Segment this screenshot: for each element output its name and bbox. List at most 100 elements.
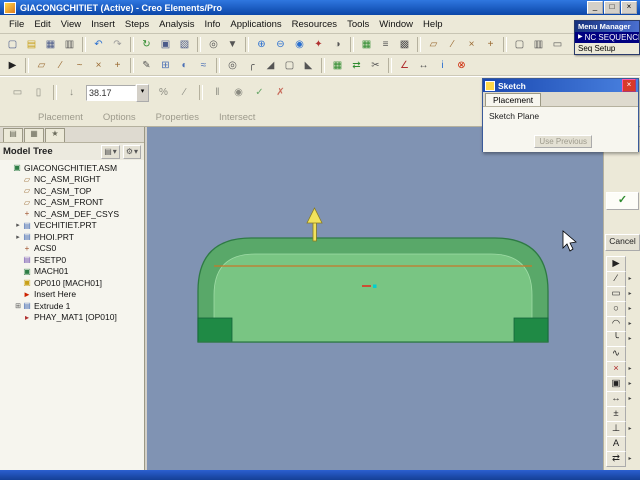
flyout-arrow-icon[interactable]: ▸ <box>626 275 634 282</box>
sketch-dialog-titlebar[interactable]: Sketch × <box>483 79 638 92</box>
tab-placement-sketch[interactable]: Placement <box>485 93 542 106</box>
menu-manager-item-seq-setup[interactable]: Seq Setup <box>575 43 639 54</box>
trim-tool-icon[interactable]: ✂ <box>366 56 385 75</box>
tree-item-mach01[interactable]: ▣ MACH01 <box>0 266 144 278</box>
tree-show-button[interactable]: ▤ ▾ <box>101 144 120 159</box>
repaint-icon[interactable]: ✦ <box>309 35 328 54</box>
use-edge-tool-icon[interactable]: ▣ <box>606 375 626 392</box>
tab-properties[interactable]: Properties <box>156 112 199 123</box>
tree-item-nc-asm-front[interactable]: ▱ NC_ASM_FRONT <box>0 197 144 209</box>
tree-settings-button[interactable]: ⚙ ▾ <box>122 144 141 159</box>
menu-info[interactable]: Info <box>200 17 226 32</box>
tree-item-phoi-prt[interactable]: ▸ ▤ PHOI.PRT <box>0 231 144 243</box>
round-tool-icon[interactable]: ╭ <box>242 56 261 75</box>
zoom-in-icon[interactable]: ⊕ <box>252 35 271 54</box>
tab-placement[interactable]: Placement <box>38 112 83 123</box>
text-tool-icon[interactable]: A <box>606 435 626 452</box>
corner-block-right[interactable] <box>513 317 549 343</box>
menu-steps[interactable]: Steps <box>120 17 154 32</box>
constraint-tool-icon[interactable]: ⊥ <box>606 420 626 437</box>
tree-item-extrude-1[interactable]: ⊞ ▤ Extrude 1 <box>0 300 144 312</box>
preview-icon[interactable]: ◉ <box>229 83 248 102</box>
line-tool-icon[interactable]: ∕ <box>606 270 626 287</box>
tree-item-giacongchitiet-asm[interactable]: ▣ GIACONGCHITIET.ASM <box>0 162 144 174</box>
flyout-arrow-icon[interactable]: ▸ <box>626 290 634 297</box>
select-arrow-icon[interactable]: ▶ <box>3 56 22 75</box>
tree-item-nc-asm-right[interactable]: ▱ NC_ASM_RIGHT <box>0 174 144 186</box>
fillet-tool-icon[interactable]: ╰ <box>606 330 626 347</box>
menu-insert[interactable]: Insert <box>86 17 120 32</box>
tree-item-op010-mach01[interactable]: ▣ OP010 [MACH01] <box>0 277 144 289</box>
point-tool-icon[interactable]: × <box>606 360 626 377</box>
datum-plane-toggle-icon[interactable]: ▱ <box>424 35 443 54</box>
info-icon[interactable]: i <box>433 56 452 75</box>
datum-curve-icon[interactable]: ~ <box>70 56 89 75</box>
depth-type-icon[interactable]: ↓ <box>62 83 81 102</box>
tree-item-nc-asm-top[interactable]: ▱ NC_ASM_TOP <box>0 185 144 197</box>
undo-icon[interactable]: ↶ <box>89 35 108 54</box>
print-icon[interactable]: ▥ <box>60 35 79 54</box>
analysis-icon[interactable]: ∠ <box>395 56 414 75</box>
tab-favorites-icon[interactable]: ★ <box>45 128 65 142</box>
select-tool-icon[interactable]: ▶ <box>606 255 626 272</box>
tab-intersect[interactable]: Intersect <box>219 112 255 123</box>
tree-expander-icon[interactable]: ▸ <box>14 221 22 229</box>
menu-window[interactable]: Window <box>374 17 418 32</box>
chamfer-tool-icon[interactable]: ◢ <box>261 56 280 75</box>
datum-plane-icon[interactable]: ▱ <box>32 56 51 75</box>
menu-tools[interactable]: Tools <box>342 17 374 32</box>
no-hidden-icon[interactable]: ▭ <box>548 35 567 54</box>
refit-icon[interactable]: ◉ <box>290 35 309 54</box>
solid-feature-icon[interactable]: ▭ <box>8 83 27 102</box>
modify-tool-icon[interactable]: ± <box>606 405 626 422</box>
tab-model-tree-icon[interactable]: ▤ <box>3 128 23 142</box>
flyout-arrow-icon[interactable]: ▸ <box>626 305 634 312</box>
menu-applications[interactable]: Applications <box>225 17 286 32</box>
direction-arrow-shaft[interactable] <box>312 221 317 242</box>
datum-axis-toggle-icon[interactable]: ∕ <box>443 35 462 54</box>
sketch-ok-button[interactable]: ✓ <box>606 192 639 210</box>
spline-tool-icon[interactable]: ∿ <box>606 345 626 362</box>
use-previous-button[interactable]: Use Previous <box>534 135 592 148</box>
datum-point-toggle-icon[interactable]: × <box>462 35 481 54</box>
graphics-area[interactable] <box>147 127 603 470</box>
shell-tool-icon[interactable]: ▢ <box>280 56 299 75</box>
pause-icon[interactable]: ‖ <box>208 83 227 102</box>
wireframe-icon[interactable]: ▢ <box>510 35 529 54</box>
arc-tool-icon[interactable]: ◠ <box>606 315 626 332</box>
draft-tool-icon[interactable]: ◣ <box>299 56 318 75</box>
corner-block-left[interactable] <box>197 317 233 343</box>
cancel-feature-icon[interactable]: ✗ <box>271 83 290 102</box>
saved-views-icon[interactable]: ▦ <box>357 35 376 54</box>
flyout-arrow-icon[interactable]: ▸ <box>626 395 634 402</box>
tree-item-vechitiet-prt[interactable]: ▸ ▤ VECHITIET.PRT <box>0 220 144 232</box>
view-manager-icon[interactable]: ▩ <box>395 35 414 54</box>
copy-icon[interactable]: ▣ <box>156 35 175 54</box>
select-filter-icon[interactable]: ▼ <box>223 35 242 54</box>
mirror-tool-icon[interactable]: ⇄ <box>347 56 366 75</box>
csys-toggle-icon[interactable]: + <box>481 35 500 54</box>
circle-tool-icon[interactable]: ○ <box>606 300 626 317</box>
sketch-tool-icon[interactable]: ✎ <box>137 56 156 75</box>
tree-item-insert-here[interactable]: ► Insert Here <box>0 289 144 301</box>
flip-direction-icon[interactable]: % <box>154 83 173 102</box>
depth-value-input[interactable]: 38.17 <box>86 84 136 101</box>
tab-options[interactable]: Options <box>103 112 136 123</box>
revolve-tool-icon[interactable]: ◐ <box>175 56 194 75</box>
mirror-sketch-icon[interactable]: ⇄ <box>606 450 626 467</box>
tree-item-phay-mat1-op010[interactable]: ▸ PHAY_MAT1 [OP010] <box>0 312 144 324</box>
tree-item-fsetp0[interactable]: ▤ FSETP0 <box>0 254 144 266</box>
flyout-arrow-icon[interactable]: ▸ <box>626 425 634 432</box>
tree-item-acs0[interactable]: + ACS0 <box>0 243 144 255</box>
flyout-arrow-icon[interactable]: ▸ <box>626 455 634 462</box>
menu-resources[interactable]: Resources <box>287 17 342 32</box>
dimension-tool-icon[interactable]: ↔ <box>606 390 626 407</box>
chevron-down-icon[interactable]: ▾ <box>136 83 149 102</box>
datum-point-icon[interactable]: × <box>89 56 108 75</box>
maximize-button[interactable]: □ <box>604 1 620 14</box>
pattern-tool-icon[interactable]: ▦ <box>328 56 347 75</box>
menu-manager-item-nc-sequence[interactable]: ▶ NC SEQUENCE <box>575 32 639 43</box>
extrude-tool-icon[interactable]: ⊞ <box>156 56 175 75</box>
sketch-dialog-close-icon[interactable]: × <box>622 79 636 92</box>
datum-csys-icon[interactable]: + <box>108 56 127 75</box>
